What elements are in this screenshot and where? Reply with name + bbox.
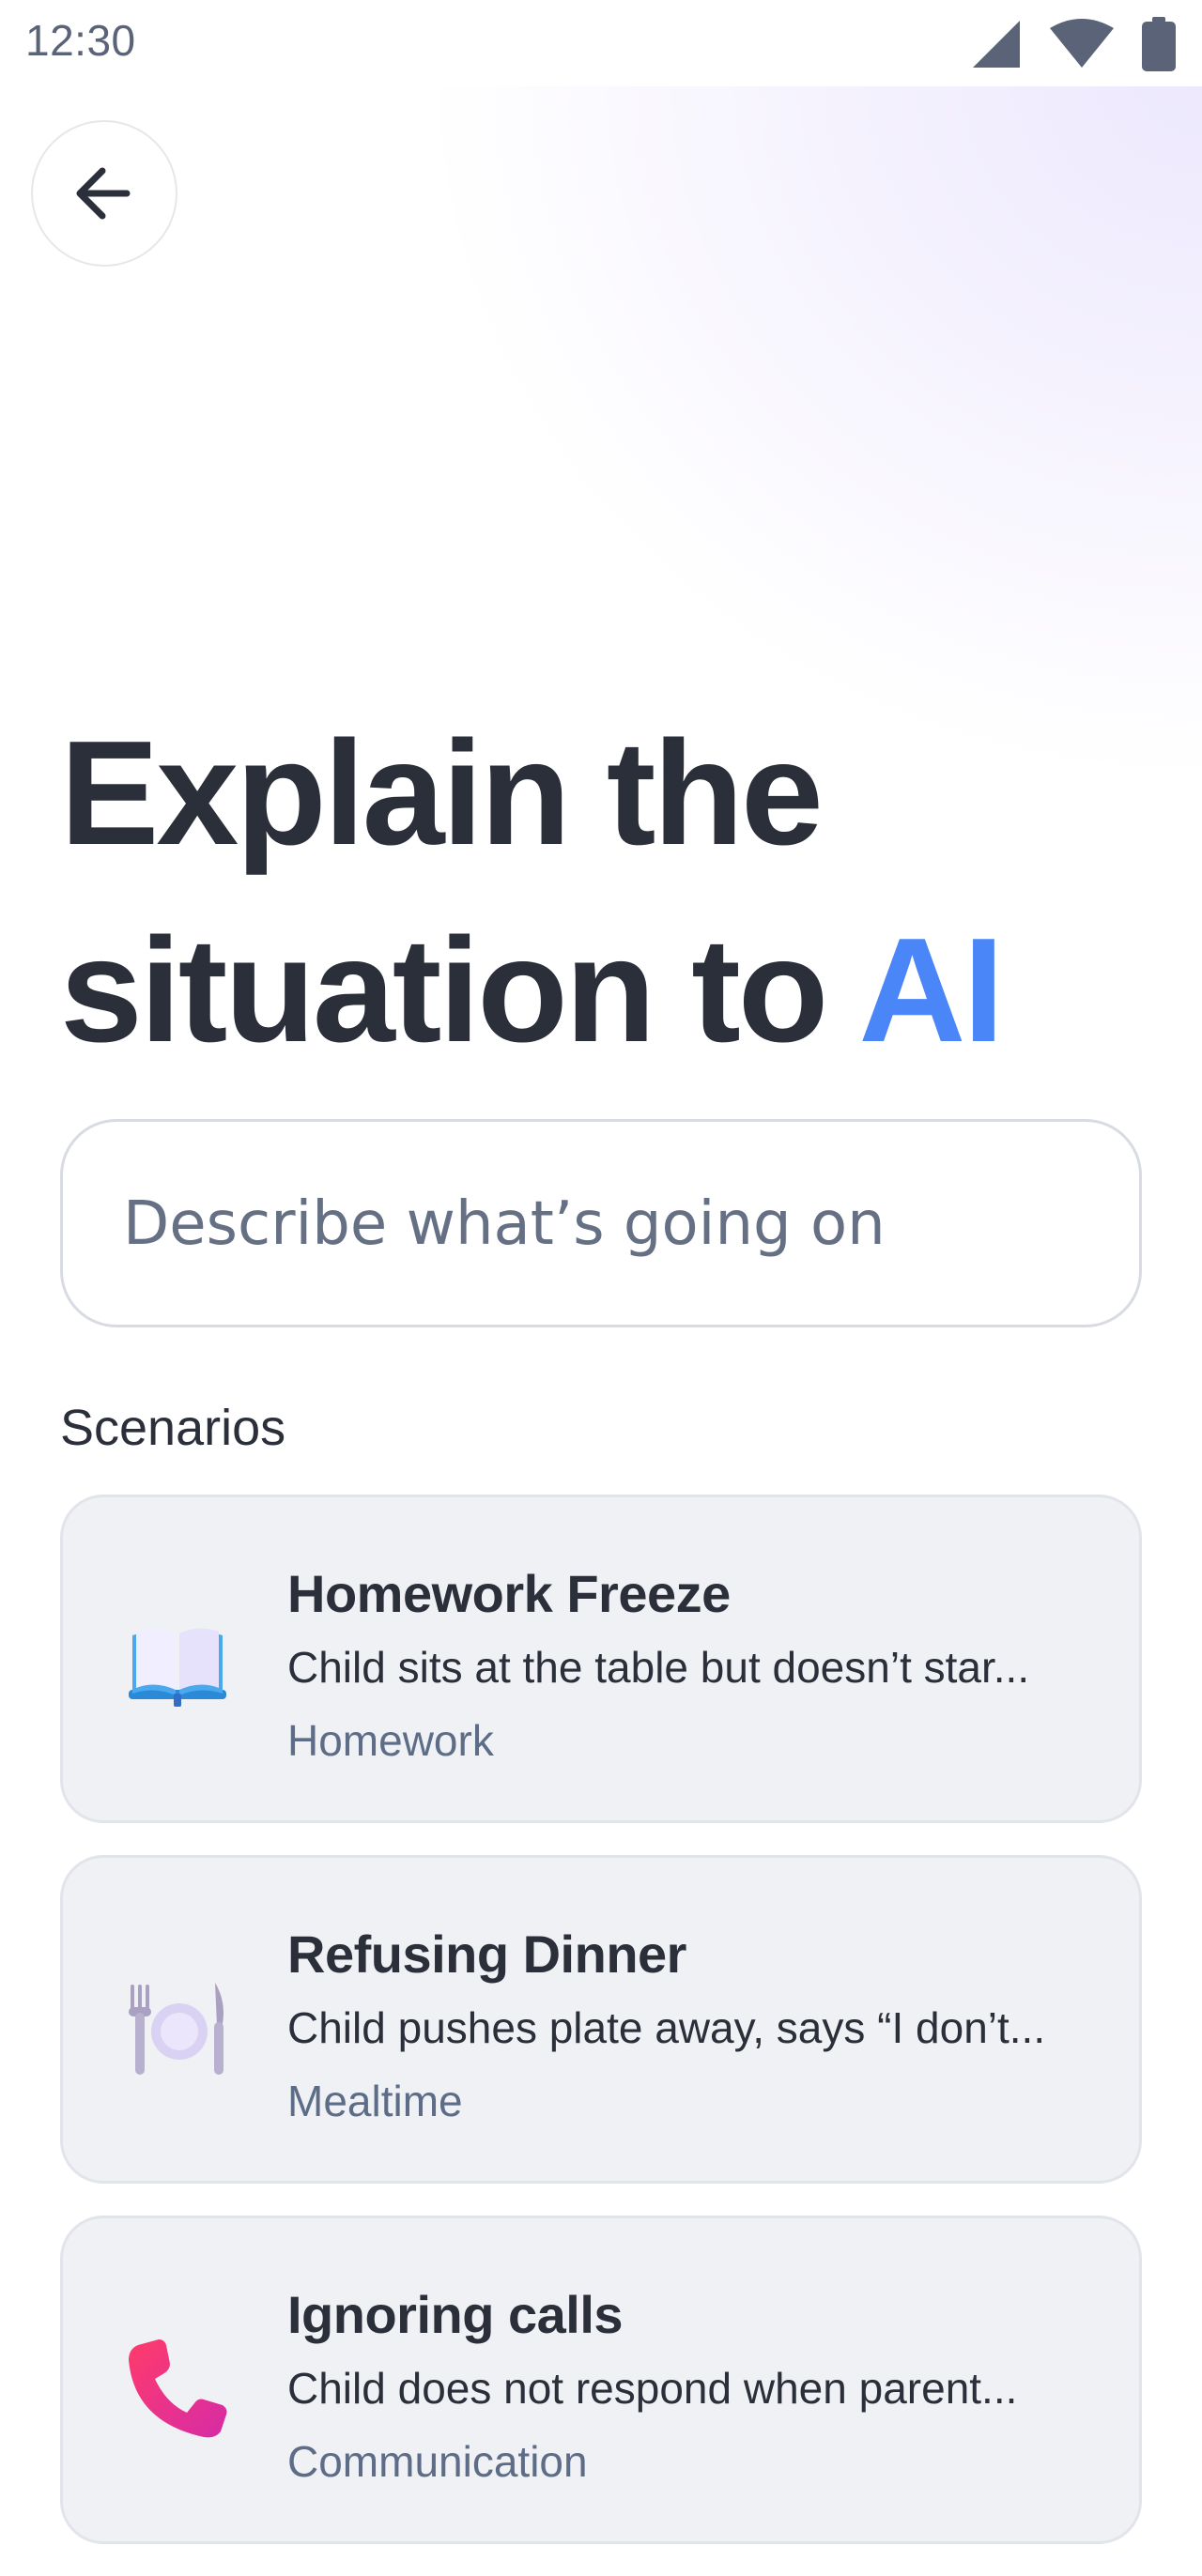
page-title-line1: Explain the — [60, 711, 824, 876]
scenario-card-dinner[interactable]: Refusing Dinner Child pushes plate away,… — [60, 1855, 1142, 2184]
scenario-card-homework[interactable]: Homework Freeze Child sits at the table … — [60, 1495, 1142, 1823]
open-book-icon — [129, 1628, 226, 1707]
battery-icon — [1142, 17, 1176, 71]
status-time: 12:30 — [25, 16, 136, 65]
telephone-receiver-icon — [129, 2339, 227, 2438]
scenario-title: Refusing Dinner — [287, 1924, 686, 1984]
scenario-card-calls[interactable]: Ignoring calls Child does not respond wh… — [60, 2216, 1142, 2544]
scenarios-label: Scenarios — [60, 1400, 286, 1456]
page-title-line2-prefix: situation to — [60, 908, 859, 1073]
plate-cutlery-icon — [129, 1983, 223, 2075]
page-title-highlight: AI — [858, 908, 1004, 1073]
wifi-icon — [1050, 19, 1114, 68]
page-title: Explain the situation to AI — [60, 695, 1149, 1089]
situation-input-container[interactable] — [60, 1119, 1142, 1327]
status-icons — [971, 17, 1176, 71]
signal-icon — [973, 21, 1020, 68]
situation-input[interactable] — [121, 1122, 1083, 1326]
arrow-left-icon — [76, 167, 131, 220]
status-bar: 12:30 — [0, 0, 1202, 86]
scenario-title: Homework Freeze — [287, 1564, 731, 1623]
page-title-line2: situation to AI — [60, 892, 1149, 1089]
scenario-description: Child pushes plate away, says “I don’t..… — [287, 2003, 1046, 2052]
scenario-description: Child sits at the table but doesn’t star… — [287, 1643, 1030, 1692]
scenario-title: Ignoring calls — [287, 2285, 624, 2344]
scenario-description: Child does not respond when parent... — [287, 2364, 1018, 2413]
scenario-category: Communication — [287, 2437, 588, 2486]
scenario-list: Homework Freeze Child sits at the table … — [60, 1495, 1142, 2576]
scenario-category: Homework — [287, 1716, 494, 1765]
back-button[interactable] — [31, 120, 177, 267]
scenario-category: Mealtime — [287, 2077, 463, 2125]
